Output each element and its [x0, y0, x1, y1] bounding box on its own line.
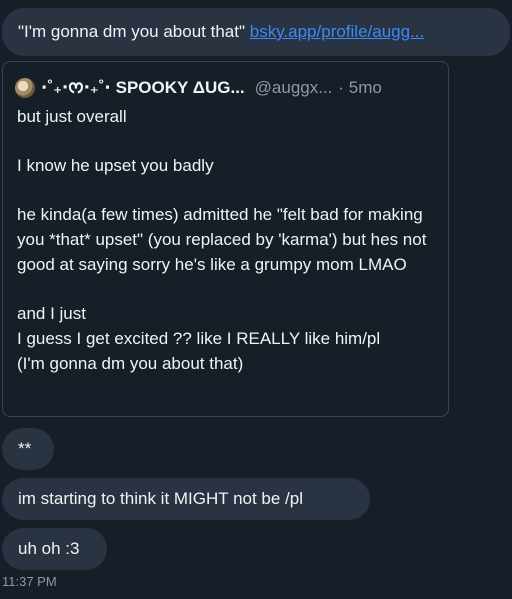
message-text: uh oh :3	[18, 539, 80, 558]
line-spacer	[17, 178, 442, 202]
message-text: "I'm gonna dm you about that"	[18, 22, 250, 41]
post-line: (I'm gonna dm you about that)	[17, 354, 244, 373]
author-display-name[interactable]: ⋅˚₊‧ᰔ‧₊˚⋅ SPOOKY ΔUG...	[41, 75, 245, 101]
message-timestamp: 11:37 PM	[2, 574, 57, 589]
message-bubble[interactable]: im starting to think it MIGHT not be /pl	[2, 478, 370, 520]
post-line: and I just	[17, 304, 86, 323]
quoted-post-body: but just overall I know he upset you bad…	[17, 104, 442, 376]
post-time: · 5mo	[338, 78, 382, 97]
message-bubble-link[interactable]: "I'm gonna dm you about that" bsky.app/p…	[2, 8, 510, 56]
message-bubble[interactable]: **	[2, 428, 54, 470]
line-spacer	[17, 277, 442, 301]
post-line: I know he upset you badly	[17, 156, 214, 175]
post-line: he kinda(a few times) admitted he "felt …	[17, 205, 427, 274]
post-line: I guess I get excited ?? like I REALLY l…	[17, 329, 381, 348]
message-bubble[interactable]: uh oh :3	[2, 528, 107, 570]
quoted-post-card[interactable]: ⋅˚₊‧ᰔ‧₊˚⋅ SPOOKY ΔUG... @auggx... · 5mo …	[2, 61, 449, 417]
message-text: **	[18, 439, 32, 458]
author-avatar[interactable]	[15, 78, 35, 98]
line-spacer	[17, 129, 442, 153]
profile-link[interactable]: bsky.app/profile/augg...	[250, 22, 425, 41]
post-line: but just overall	[17, 107, 127, 126]
quoted-post-header: ⋅˚₊‧ᰔ‧₊˚⋅ SPOOKY ΔUG... @auggx... · 5mo	[15, 76, 436, 100]
author-handle[interactable]: @auggx...	[255, 78, 333, 98]
message-text: im starting to think it MIGHT not be /pl	[18, 489, 304, 508]
